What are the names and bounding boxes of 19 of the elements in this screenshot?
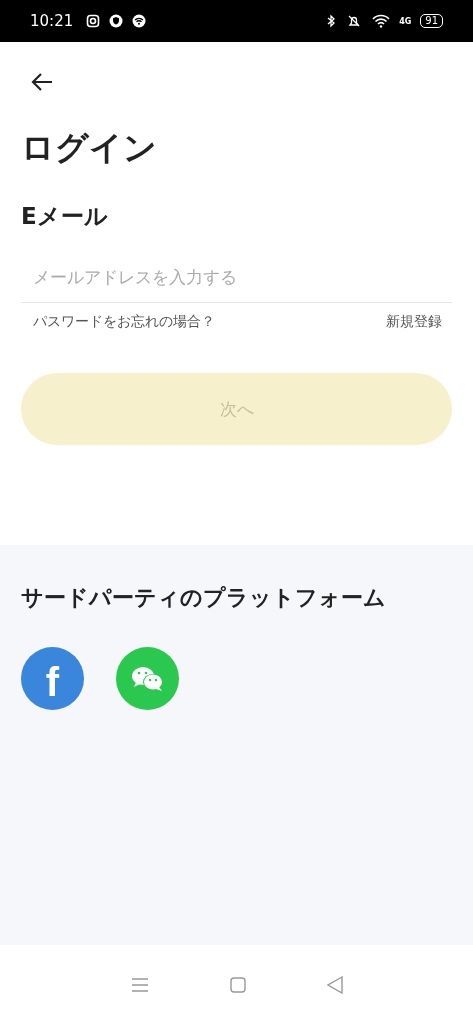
clock: 10:21 (30, 12, 74, 30)
network-type: 4G (399, 16, 412, 26)
wifi-icon (372, 14, 391, 28)
email-input-field[interactable]: メールアドレスを入力する (21, 252, 452, 303)
shield-icon (109, 14, 124, 28)
register-link[interactable]: 新規登録 (386, 313, 442, 331)
wifi-icon (132, 14, 147, 28)
back-icon[interactable] (326, 975, 343, 994)
bluetooth-icon (326, 14, 337, 28)
home-icon[interactable] (229, 976, 246, 993)
field-label: Eメール (21, 202, 109, 231)
camera-icon (86, 14, 101, 28)
battery-level: 91 (420, 14, 443, 28)
facebook-login-button[interactable]: f (21, 647, 84, 710)
forgot-password-link[interactable]: パスワードをお忘れの場合？ (33, 313, 215, 331)
menu-icon[interactable] (130, 977, 149, 992)
page-title: ログイン (21, 127, 158, 169)
section-heading: サードパーティのプラットフォーム (21, 584, 387, 612)
back-arrow-icon[interactable] (30, 72, 54, 92)
